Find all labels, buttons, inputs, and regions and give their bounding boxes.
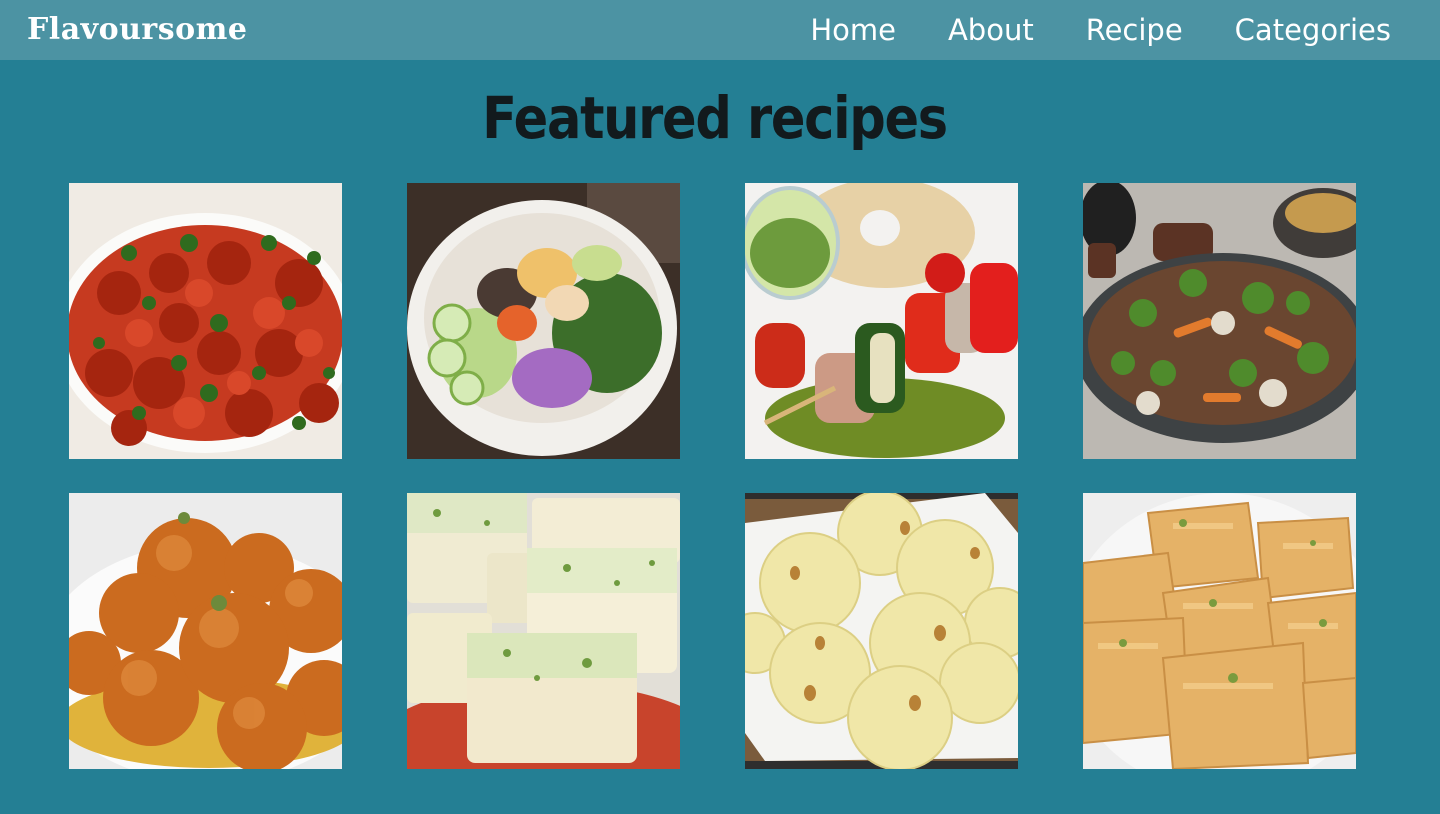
recipe-card-soan-papdi[interactable]: [1083, 493, 1356, 769]
brand-logo[interactable]: Flavoursome: [27, 10, 247, 50]
recipe-card-barfi[interactable]: [407, 493, 680, 769]
page-title: Featured recipes: [482, 84, 948, 152]
recipe-card-beef-broccoli[interactable]: [1083, 183, 1356, 459]
nav-menu: Home About Recipe Categories: [810, 10, 1391, 50]
recipe-card-veggie-bowl[interactable]: [407, 183, 680, 459]
skewers-photo: [745, 183, 1018, 459]
gulab-jamun-photo: [69, 493, 342, 769]
recipe-card-gulab-jamun[interactable]: [69, 493, 342, 769]
top-navbar: Flavoursome Home About Recipe Categories: [0, 0, 1440, 60]
nav-home-link[interactable]: Home: [810, 10, 896, 50]
recipe-grid: [69, 183, 1356, 769]
recipe-card-rava-laddu[interactable]: [745, 493, 1018, 769]
soan-papdi-photo: [1083, 493, 1356, 769]
recipe-card-chilli-chicken[interactable]: [69, 183, 342, 459]
barfi-photo: [407, 493, 680, 769]
laddu-photo: [745, 493, 1018, 769]
stir-fry-photo: [1083, 183, 1356, 459]
nav-recipe-link[interactable]: Recipe: [1086, 10, 1183, 50]
nav-categories-link[interactable]: Categories: [1235, 10, 1391, 50]
nav-about-link[interactable]: About: [948, 10, 1034, 50]
chilli-chicken-photo: [69, 183, 342, 459]
salad-bowl-photo: [407, 183, 680, 459]
recipe-card-grilled-skewers[interactable]: [745, 183, 1018, 459]
